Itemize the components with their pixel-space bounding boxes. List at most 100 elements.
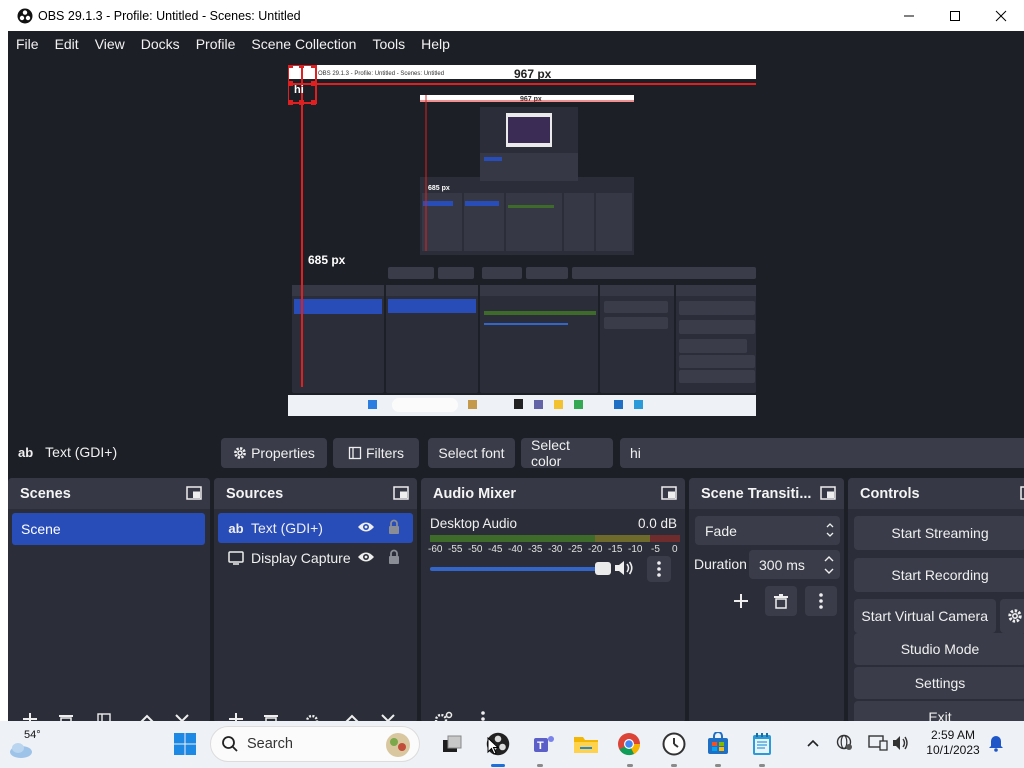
undock-icon[interactable] xyxy=(186,486,202,500)
select-color-button[interactable]: Select color xyxy=(521,437,613,469)
lock-icon[interactable] xyxy=(387,519,401,535)
eye-icon[interactable] xyxy=(357,550,375,564)
taskbar-search[interactable]: Search xyxy=(210,726,420,762)
duration-spinbox[interactable]: 300 ms xyxy=(749,550,840,579)
menu-view[interactable]: View xyxy=(87,36,133,52)
preview-nested-width-label: 967 px xyxy=(520,96,542,103)
transition-menu-button[interactable] xyxy=(805,586,837,616)
taskbar-file-explorer[interactable] xyxy=(572,730,600,758)
speaker-icon[interactable] xyxy=(614,559,634,577)
trash-icon xyxy=(774,594,788,609)
transition-select[interactable]: Fade xyxy=(695,516,840,545)
minimize-button[interactable] xyxy=(886,0,932,31)
select-font-button[interactable]: Select font xyxy=(428,438,515,468)
undock-icon[interactable] xyxy=(1020,486,1024,500)
preview-width-label: 967 px xyxy=(514,67,552,81)
running-app-indicator xyxy=(759,764,765,767)
store-icon xyxy=(708,732,728,754)
source-item-text[interactable]: ab Text (GDI+) xyxy=(218,513,413,543)
close-button[interactable] xyxy=(978,0,1024,31)
volume-slider-handle[interactable] xyxy=(595,562,611,575)
meter-tick: -40 xyxy=(508,544,523,555)
taskbar-task-view[interactable] xyxy=(438,730,466,758)
chrome-icon xyxy=(618,733,641,756)
title-bar[interactable]: OBS 29.1.3 - Profile: Untitled - Scenes:… xyxy=(0,0,1024,31)
running-app-indicator xyxy=(671,764,677,767)
controls-title: Controls xyxy=(860,485,920,502)
taskbar-chrome[interactable] xyxy=(615,730,643,758)
preview-canvas[interactable]: OBS 29.1.3 - Profile: Untitled - Scenes:… xyxy=(288,65,756,416)
windows-taskbar: 54° Search T 2:59 AM 10/1/2023 xyxy=(0,721,1024,768)
obs-logo-icon xyxy=(17,8,33,23)
chevron-up-icon[interactable] xyxy=(806,738,820,748)
volume-icon[interactable] xyxy=(892,734,910,752)
scene-item[interactable]: Scene xyxy=(12,513,205,545)
menu-docks[interactable]: Docks xyxy=(133,36,188,52)
start-streaming-button[interactable]: Start Streaming xyxy=(854,516,1024,550)
meter-tick: -60 xyxy=(428,544,443,555)
clock-date: 10/1/2023 xyxy=(926,743,980,757)
scenes-dock-header: Scenes xyxy=(8,478,210,509)
start-button[interactable] xyxy=(171,730,199,758)
meter-tick: -45 xyxy=(488,544,503,555)
menu-tools[interactable]: Tools xyxy=(364,36,413,52)
volume-meter xyxy=(430,535,680,542)
scenes-dock: Scenes Scene xyxy=(8,478,210,723)
properties-button[interactable]: Properties xyxy=(221,438,327,468)
network-globe-icon[interactable] xyxy=(836,734,854,752)
filter-icon xyxy=(348,446,362,460)
scene-transitions-title: Scene Transiti... xyxy=(701,485,812,502)
taskbar-clock-app[interactable] xyxy=(660,730,688,758)
display-icon[interactable] xyxy=(868,734,888,752)
notification-bell-icon[interactable] xyxy=(988,734,1004,752)
mixer-channel-menu-button[interactable] xyxy=(647,556,671,582)
weather-temp: 54° xyxy=(24,729,41,741)
source-item-display-capture[interactable]: Display Capture xyxy=(218,543,413,573)
notepad-icon xyxy=(753,733,771,755)
settings-button[interactable]: Settings xyxy=(854,667,1024,699)
undock-icon[interactable] xyxy=(820,486,836,500)
spin-arrows-icon[interactable] xyxy=(824,554,834,576)
menu-profile[interactable]: Profile xyxy=(188,36,244,52)
preview-inner-title: OBS 29.1.3 - Profile: Untitled - Scenes:… xyxy=(318,71,444,77)
undock-icon[interactable] xyxy=(661,486,677,500)
audio-mixer-title: Audio Mixer xyxy=(433,485,516,502)
scenes-title: Scenes xyxy=(20,485,71,502)
studio-mode-button[interactable]: Studio Mode xyxy=(854,633,1024,665)
lock-icon[interactable] xyxy=(387,549,401,565)
remove-transition-button[interactable] xyxy=(765,586,797,616)
controls-header: Controls xyxy=(848,478,1024,509)
menu-edit[interactable]: Edit xyxy=(47,36,87,52)
running-app-indicator xyxy=(715,764,721,767)
svg-text:hi: hi xyxy=(294,84,304,96)
start-virtual-camera-button[interactable]: Start Virtual Camera xyxy=(854,599,996,633)
menu-help[interactable]: Help xyxy=(413,36,458,52)
source-context-toolbar: ab Text (GDI+) Properties Filters Select… xyxy=(8,434,1024,472)
maximize-icon xyxy=(950,10,960,21)
mixer-channel-level: 0.0 dB xyxy=(637,516,677,531)
gear-icon xyxy=(234,447,246,459)
eye-icon[interactable] xyxy=(357,520,375,534)
virtual-camera-settings-button[interactable] xyxy=(1000,599,1024,633)
undock-icon[interactable] xyxy=(393,486,409,500)
meter-scale: -60 -55 -50 -45 -40 -35 -30 -25 -20 -15 … xyxy=(428,544,685,558)
maximize-button[interactable] xyxy=(932,0,978,31)
meter-tick: -10 xyxy=(628,544,643,555)
text-input-value: hi xyxy=(630,445,641,461)
search-highlight-icon xyxy=(386,733,410,757)
meter-tick: -30 xyxy=(548,544,563,555)
taskbar-teams[interactable]: T xyxy=(530,730,558,758)
kebab-menu-icon xyxy=(819,593,823,609)
volume-slider-track[interactable] xyxy=(430,567,606,571)
menu-file[interactable]: File xyxy=(8,36,47,52)
text-input[interactable]: hi xyxy=(620,438,1024,468)
taskbar-clock[interactable]: 2:59 AM 10/1/2023 xyxy=(922,728,984,758)
taskbar-notepad[interactable] xyxy=(748,730,776,758)
filters-button[interactable]: Filters xyxy=(333,438,419,468)
add-transition-button[interactable] xyxy=(725,586,757,616)
windows-logo-icon xyxy=(174,733,196,755)
menu-scene-collection[interactable]: Scene Collection xyxy=(243,36,364,52)
taskbar-store[interactable] xyxy=(704,730,732,758)
kebab-menu-icon xyxy=(657,561,661,577)
start-recording-button[interactable]: Start Recording xyxy=(854,558,1024,592)
